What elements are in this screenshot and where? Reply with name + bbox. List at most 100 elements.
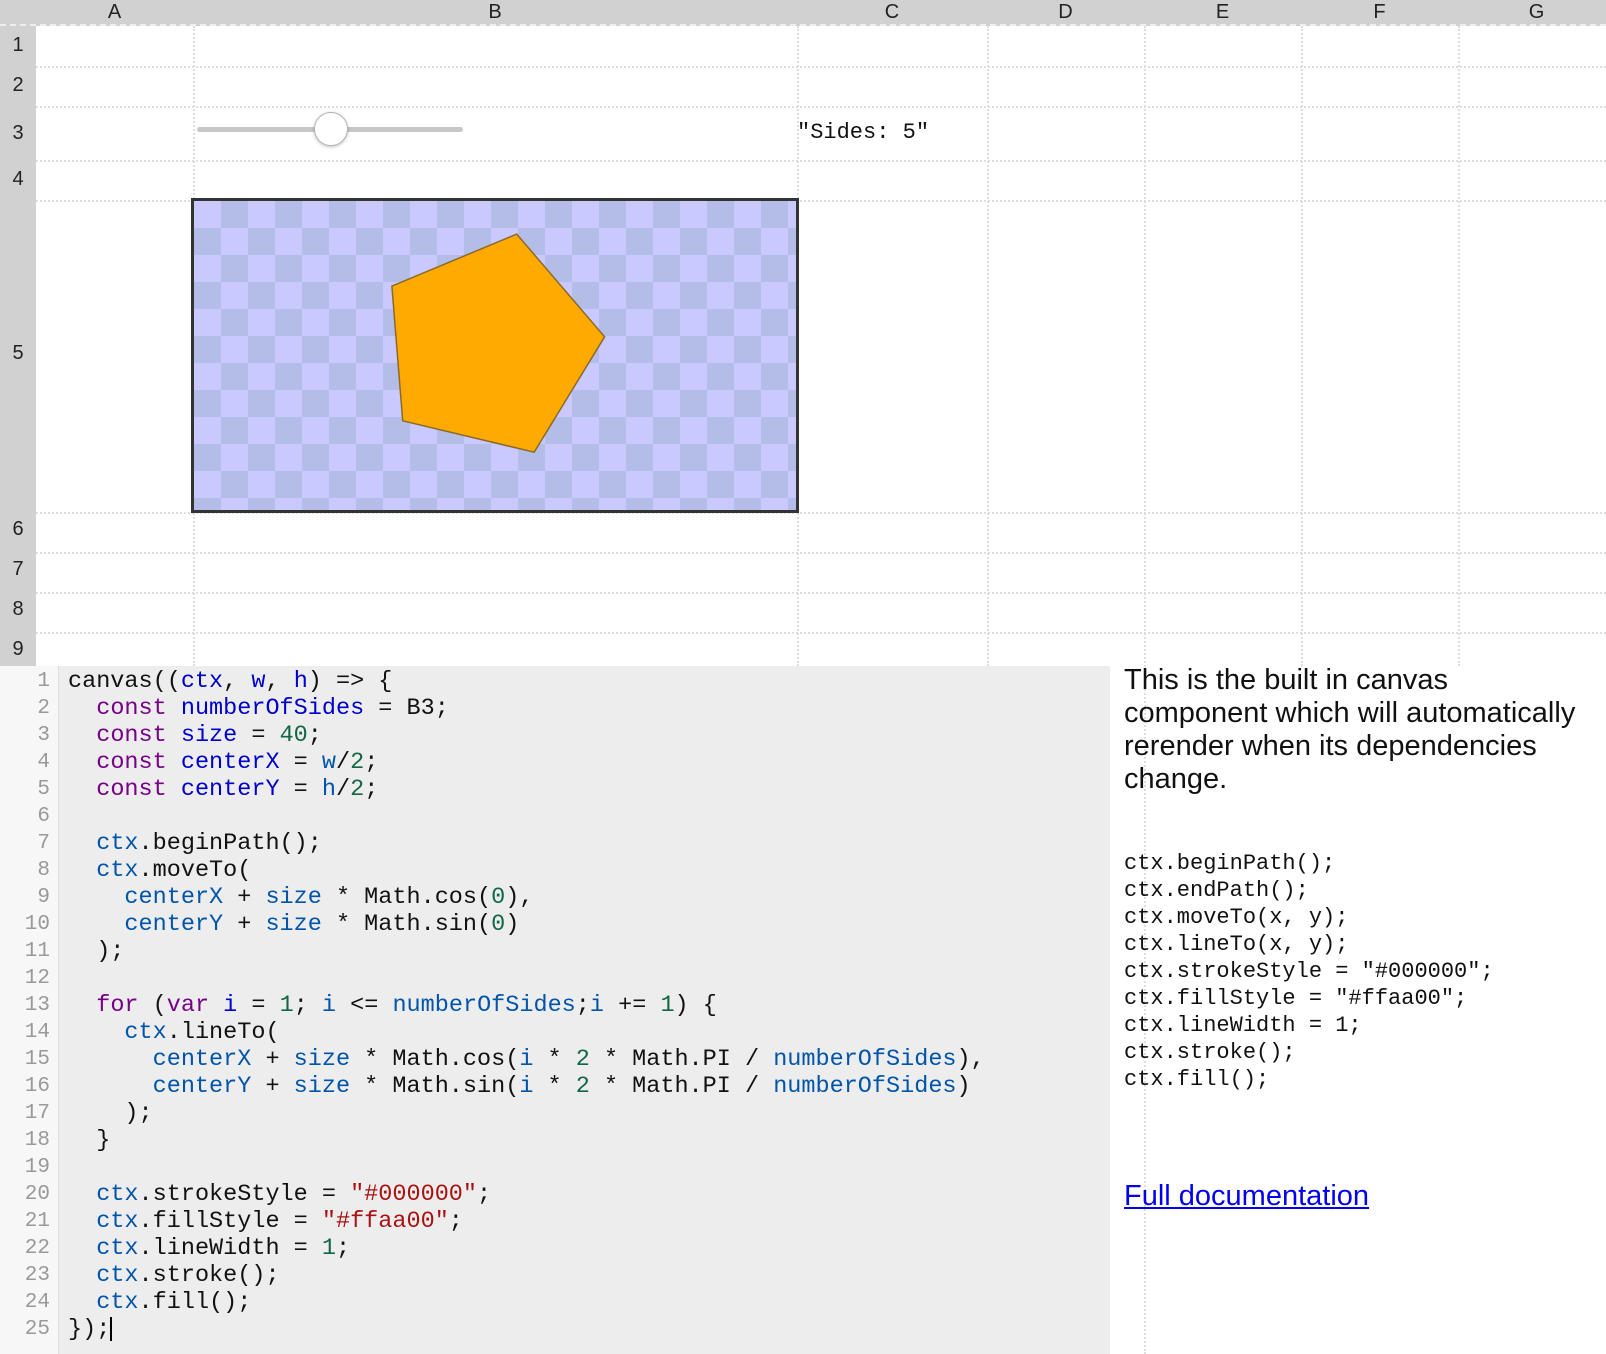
code-line[interactable]: const centerY = h/2; [68, 776, 378, 803]
code-line[interactable]: ctx.lineWidth = 1; [68, 1235, 350, 1262]
slider-thumb[interactable] [314, 112, 348, 146]
code-token: ctx [96, 830, 139, 857]
code-token: i [589, 992, 605, 1019]
code-token: ; [364, 749, 379, 776]
code-token: ; [575, 992, 590, 1019]
code-token: ; [477, 1181, 492, 1208]
code-line[interactable]: ); [68, 1100, 153, 1127]
code-token: ) [956, 1073, 971, 1100]
code-token: .strokeStyle = [138, 1181, 351, 1208]
column-header-c[interactable]: C [797, 0, 987, 24]
api-line: ctx.fillStyle = "#ffaa00"; [1124, 986, 1468, 1011]
code-token: = [279, 749, 322, 776]
code-token: h [293, 668, 308, 695]
line-number: 22 [24, 1237, 50, 1260]
code-token: * [533, 1046, 576, 1073]
code-line[interactable]: ); [68, 938, 124, 965]
code-token: ; [293, 992, 322, 1019]
code-line[interactable]: ctx.fillStyle = "#ffaa00"; [68, 1208, 463, 1235]
row-header-3[interactable]: 3 [0, 122, 36, 145]
code-token: numberOfSides [392, 992, 576, 1019]
line-number: 20 [24, 1183, 50, 1206]
code-line[interactable]: const size = 40; [68, 722, 322, 749]
line-number: 23 [24, 1264, 50, 1287]
code-token: + [223, 884, 266, 911]
row-header-4[interactable]: 4 [0, 168, 36, 191]
canvas-output [191, 198, 799, 513]
column-header-b[interactable]: B [193, 0, 797, 24]
api-line: ctx.endPath(); [1124, 878, 1309, 903]
column-header-a[interactable]: A [36, 0, 193, 24]
row-header-7[interactable]: 7 [0, 558, 36, 581]
row-header-5[interactable]: 5 [0, 342, 36, 365]
code-token: ctx [96, 1262, 139, 1289]
code-token: numberOfSides [773, 1073, 957, 1100]
row-divider [36, 66, 1606, 68]
code-token: for [96, 992, 139, 1019]
text-cursor [110, 1316, 113, 1341]
code-token: = [237, 992, 280, 1019]
code-token: ) [505, 911, 520, 938]
code-token: 2 [350, 749, 365, 776]
code-line[interactable]: const centerX = w/2; [68, 749, 378, 776]
code-line[interactable]: const numberOfSides = B3; [68, 695, 449, 722]
code-token: ); [68, 938, 125, 965]
code-token: 0 [491, 911, 506, 938]
code-line[interactable]: for (var i = 1; i <= numberOfSides;i += … [68, 992, 717, 1019]
code-line[interactable]: centerY + size * Math.sin(i * 2 * Math.P… [68, 1073, 971, 1100]
code-token: .fillStyle = [138, 1208, 322, 1235]
code-line[interactable]: ctx.beginPath(); [68, 830, 322, 857]
code-line[interactable]: centerY + size * Math.sin(0) [68, 911, 519, 938]
code-token: + [251, 1046, 294, 1073]
row-header-9[interactable]: 9 [0, 638, 36, 661]
column-header-d[interactable]: D [987, 0, 1144, 24]
code-line[interactable]: canvas((ctx, w, h) => { [68, 668, 392, 695]
code-token: centerY [152, 1073, 252, 1100]
code-token: 40 [279, 722, 308, 749]
code-token: .moveTo( [138, 857, 252, 884]
sides-slider[interactable] [197, 112, 463, 148]
canvas-api-list: ctx.beginPath(); ctx.endPath(); ctx.moveTo… [1124, 850, 1494, 1093]
code-line[interactable]: centerX + size * Math.cos(i * 2 * Math.P… [68, 1046, 985, 1073]
code-line[interactable]: ctx.stroke(); [68, 1262, 279, 1289]
line-number: 5 [37, 778, 50, 801]
api-line: ctx.strokeStyle = "#000000"; [1124, 959, 1494, 984]
code-line[interactable]: } [68, 1127, 110, 1154]
code-token: , [223, 668, 252, 695]
code-line[interactable]: ctx.moveTo( [68, 857, 251, 884]
code-token: centerY [124, 911, 224, 938]
row-header-1[interactable]: 1 [0, 34, 36, 57]
row-header-6[interactable]: 6 [0, 518, 36, 541]
code-token: * Math.PI / [589, 1046, 774, 1073]
code-token: numberOfSides [773, 1046, 957, 1073]
column-divider [1301, 26, 1303, 666]
column-header-f[interactable]: F [1301, 0, 1458, 24]
code-line[interactable]: ctx.lineTo( [68, 1019, 279, 1046]
column-header-g[interactable]: G [1458, 0, 1606, 24]
pentagon-shape [391, 233, 606, 454]
code-token: 2 [350, 776, 365, 803]
line-number: 4 [37, 751, 50, 774]
line-number: 16 [24, 1075, 50, 1098]
code-token: const [96, 695, 167, 722]
code-token: = B3; [364, 695, 449, 722]
code-token: ); [68, 1100, 153, 1127]
code-editor[interactable]: 1 2 3 4 5 6 7 8 9 10 11 12 13 14 15 16 17 18 19 20 21 22 23 24 2… [0, 666, 1110, 1354]
full-documentation-link[interactable]: Full documentation [1124, 1180, 1369, 1213]
row-header-2[interactable]: 2 [0, 74, 36, 97]
row-header-8[interactable]: 8 [0, 598, 36, 621]
code-line[interactable]: }); [68, 1316, 113, 1343]
code-token: numberOfSides [180, 695, 365, 722]
code-line[interactable]: centerX + size * Math.cos(0), [68, 884, 533, 911]
line-number: 18 [24, 1129, 50, 1152]
code-line[interactable]: ctx.fill(); [68, 1289, 251, 1316]
code-line[interactable]: ctx.strokeStyle = "#000000"; [68, 1181, 491, 1208]
column-header-e[interactable]: E [1144, 0, 1301, 24]
